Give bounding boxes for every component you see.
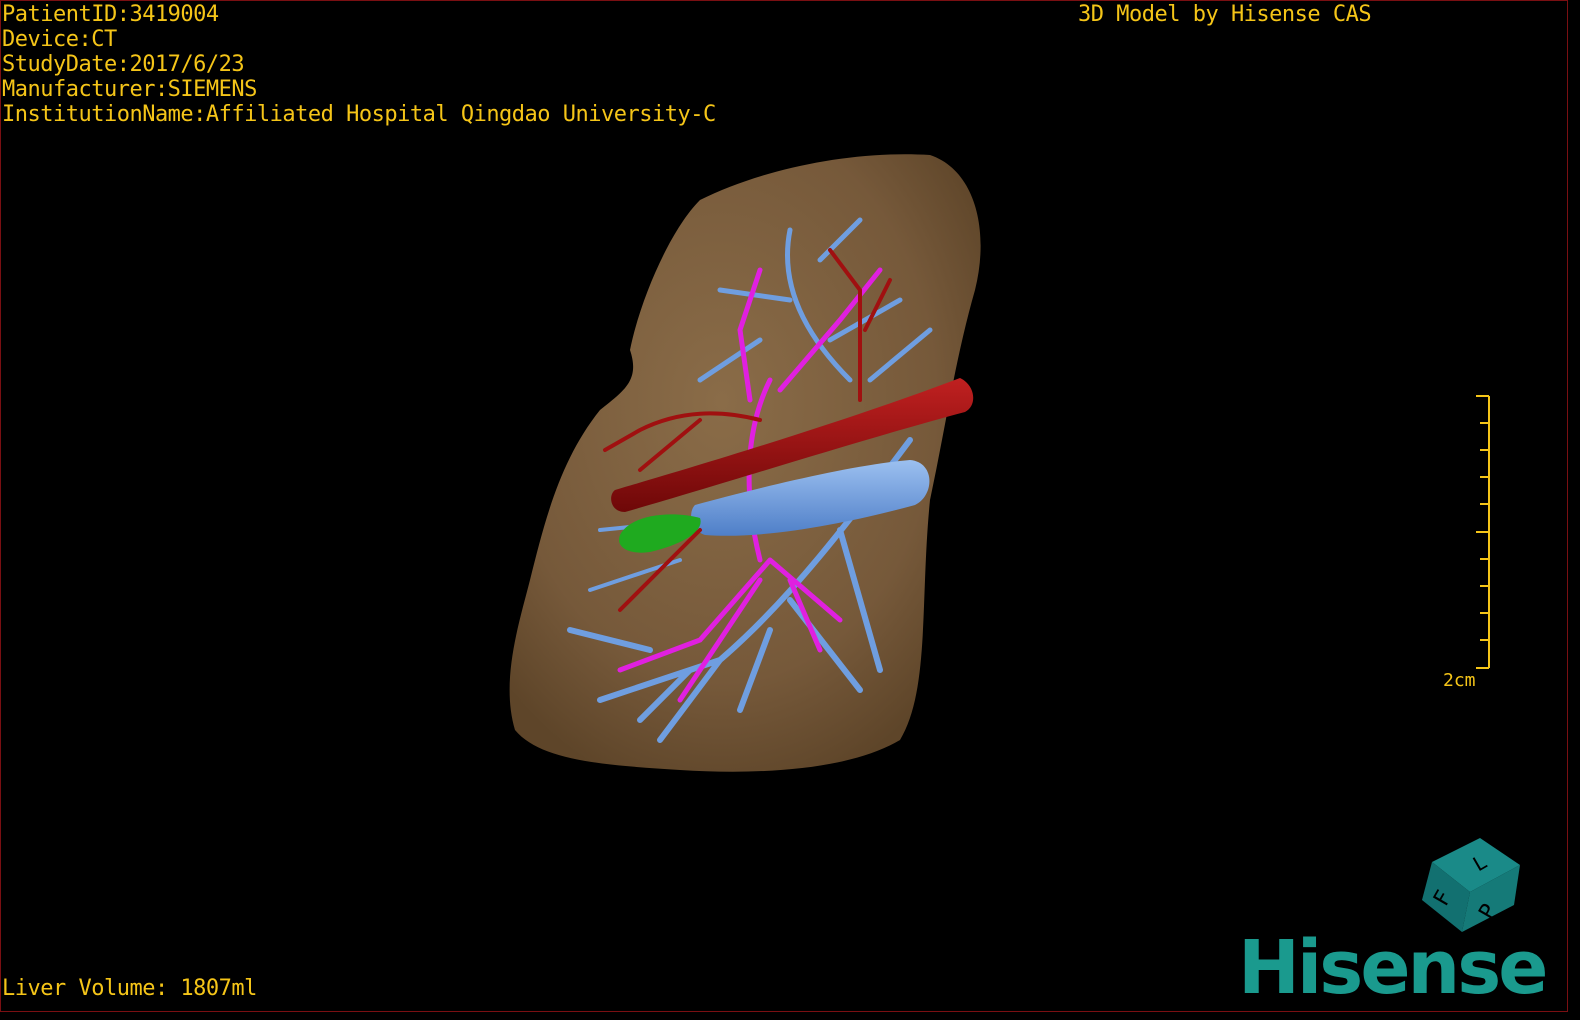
institution-name: InstitutionName:Affiliated Hospital Qing… xyxy=(2,102,716,127)
device: Device:CT xyxy=(2,27,117,52)
liver-volume: Liver Volume: 1807ml xyxy=(2,976,257,1001)
dicom-info-overlay: PatientID:3419004 Device:CT StudyDate:20… xyxy=(2,2,716,127)
patient-id: PatientID:3419004 xyxy=(2,2,219,27)
scale-bar xyxy=(1476,395,1490,669)
manufacturer: Manufacturer:SIEMENS xyxy=(2,77,257,102)
hisense-logo: Hisense xyxy=(1238,925,1548,1011)
study-date: StudyDate:2017/6/23 xyxy=(2,52,245,77)
3d-viewport[interactable]: F L P xyxy=(0,0,1580,1020)
model-credit: 3D Model by Hisense CAS xyxy=(1078,2,1372,27)
scale-bar-label: 2cm xyxy=(1443,670,1476,691)
orientation-cube[interactable]: F L P xyxy=(1422,838,1520,932)
